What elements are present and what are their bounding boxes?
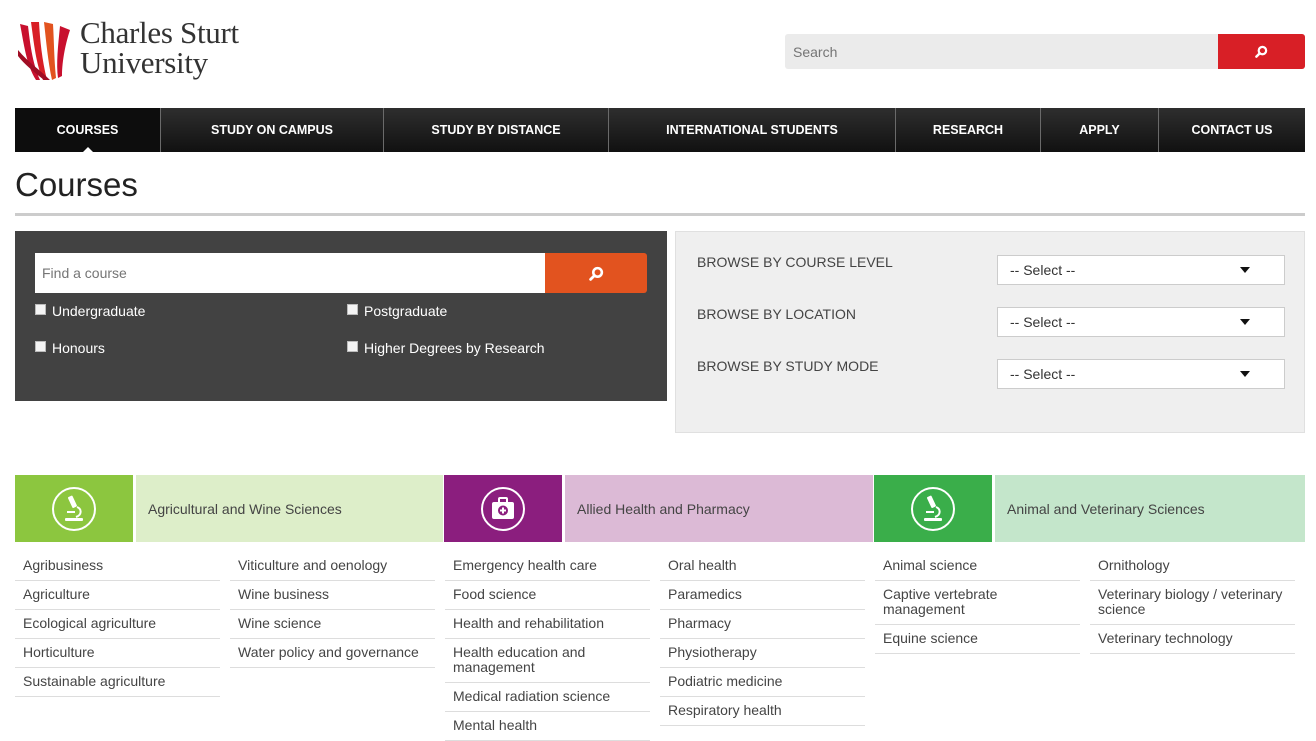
study-mode-select[interactable]: -- Select -- (997, 359, 1285, 389)
course-link[interactable]: Wine science (230, 610, 435, 639)
select-value: -- Select -- (1010, 262, 1076, 278)
course-link[interactable]: Agribusiness (15, 552, 220, 581)
course-link[interactable]: Water policy and governance (230, 639, 435, 668)
discipline-agricultural-icon-tile[interactable] (15, 475, 133, 542)
site-search-input[interactable] (785, 34, 1217, 69)
logo-name-line1: Charles Sturt (80, 15, 239, 50)
browse-course-level-label: BROWSE BY COURSE LEVEL (697, 254, 893, 270)
checkbox-label: Higher Degrees by Research (364, 340, 545, 356)
page-title: Courses (15, 166, 138, 203)
discipline-animal-vet-icon-tile[interactable] (874, 475, 992, 542)
university-logo[interactable]: Charles Sturt University (16, 15, 276, 84)
title-divider (15, 213, 1305, 216)
course-link[interactable]: Oral health (660, 552, 865, 581)
course-list-allied-health-col2: Oral health Paramedics Pharmacy Physioth… (660, 552, 865, 726)
search-icon (588, 266, 603, 281)
course-link[interactable]: Ornithology (1090, 552, 1295, 581)
course-link[interactable]: Veterinary biology / veterinary science (1090, 581, 1295, 625)
course-search-input[interactable] (35, 253, 547, 293)
course-link[interactable]: Physiotherapy (660, 639, 865, 668)
checkbox-box[interactable] (347, 340, 358, 352)
course-list-animal-vet-col2: Ornithology Veterinary biology / veterin… (1090, 552, 1295, 654)
nav-study-on-campus[interactable]: STUDY ON CAMPUS (161, 108, 384, 152)
course-link[interactable]: Pharmacy (660, 610, 865, 639)
discipline-animal-vet-label[interactable]: Animal and Veterinary Sciences (995, 475, 1305, 542)
first-aid-kit-icon (492, 496, 514, 519)
checkbox-box[interactable] (35, 340, 46, 352)
course-link[interactable]: Veterinary technology (1090, 625, 1295, 654)
checkbox-label: Postgraduate (364, 303, 448, 319)
course-link[interactable]: Agriculture (15, 581, 220, 610)
nav-contact-us[interactable]: CONTACT US (1159, 108, 1305, 152)
course-list-allied-health-col1: Emergency health care Food science Healt… (445, 552, 650, 741)
checkbox-label: Undergraduate (52, 303, 146, 319)
course-link[interactable]: Viticulture and oenology (230, 552, 435, 581)
checkbox-undergraduate[interactable]: Undergraduate (35, 303, 145, 319)
checkbox-box[interactable] (347, 303, 358, 315)
course-link[interactable]: Podiatric medicine (660, 668, 865, 697)
course-link[interactable]: Health education and management (445, 639, 650, 683)
nav-courses[interactable]: COURSES (15, 108, 161, 152)
nav-international-students[interactable]: INTERNATIONAL STUDENTS (609, 108, 896, 152)
course-link[interactable]: Respiratory health (660, 697, 865, 726)
select-value: -- Select -- (1010, 366, 1076, 382)
course-link[interactable]: Emergency health care (445, 552, 650, 581)
nav-research[interactable]: RESEARCH (896, 108, 1041, 152)
course-search-panel: Undergraduate Postgraduate Honours Highe… (15, 231, 667, 401)
discipline-allied-health-icon-tile[interactable] (444, 475, 562, 542)
course-link[interactable]: Health and rehabilitation (445, 610, 650, 639)
nav-apply[interactable]: APPLY (1041, 108, 1159, 152)
microscope-icon (924, 495, 942, 521)
course-link[interactable]: Mental health (445, 712, 650, 741)
checkbox-label: Honours (52, 340, 105, 356)
checkbox-box[interactable] (35, 303, 46, 315)
chevron-down-icon (1240, 319, 1250, 325)
select-value: -- Select -- (1010, 314, 1076, 330)
main-navigation: COURSES STUDY ON CAMPUS STUDY BY DISTANC… (15, 108, 1305, 152)
course-link[interactable]: Animal science (875, 552, 1080, 581)
search-icon (1255, 45, 1268, 58)
course-link[interactable]: Medical radiation science (445, 683, 650, 712)
site-search-button[interactable] (1218, 34, 1305, 69)
logo-name-line2: University (80, 45, 208, 80)
microscope-icon (65, 495, 83, 521)
chevron-down-icon (1240, 267, 1250, 273)
checkbox-postgraduate[interactable]: Postgraduate (347, 303, 447, 319)
discipline-allied-health-label[interactable]: Allied Health and Pharmacy (565, 475, 873, 542)
course-link[interactable]: Equine science (875, 625, 1080, 654)
course-search-button[interactable] (545, 253, 647, 293)
course-list-agricultural-col1: Agribusiness Agriculture Ecological agri… (15, 552, 220, 697)
course-link[interactable]: Food science (445, 581, 650, 610)
discipline-agricultural-label[interactable]: Agricultural and Wine Sciences (136, 475, 443, 542)
browse-study-mode-label: BROWSE BY STUDY MODE (697, 358, 879, 374)
course-level-select[interactable]: -- Select -- (997, 255, 1285, 285)
location-select[interactable]: -- Select -- (997, 307, 1285, 337)
browse-location-label: BROWSE BY LOCATION (697, 306, 856, 322)
course-link[interactable]: Captive vertebrate management (875, 581, 1080, 625)
logo-emblem-icon (18, 22, 70, 80)
course-list-animal-vet-col1: Animal science Captive vertebrate manage… (875, 552, 1080, 654)
course-link[interactable]: Wine business (230, 581, 435, 610)
checkbox-higher-degrees-by-research[interactable]: Higher Degrees by Research (347, 340, 545, 356)
course-link[interactable]: Paramedics (660, 581, 865, 610)
course-list-agricultural-col2: Viticulture and oenology Wine business W… (230, 552, 435, 668)
course-link[interactable]: Ecological agriculture (15, 610, 220, 639)
course-link[interactable]: Horticulture (15, 639, 220, 668)
nav-study-by-distance[interactable]: STUDY BY DISTANCE (384, 108, 609, 152)
browse-panel: BROWSE BY COURSE LEVEL -- Select -- BROW… (675, 231, 1305, 433)
course-link[interactable]: Sustainable agriculture (15, 668, 220, 697)
checkbox-honours[interactable]: Honours (35, 340, 105, 356)
site-search (785, 34, 1305, 69)
chevron-down-icon (1240, 371, 1250, 377)
